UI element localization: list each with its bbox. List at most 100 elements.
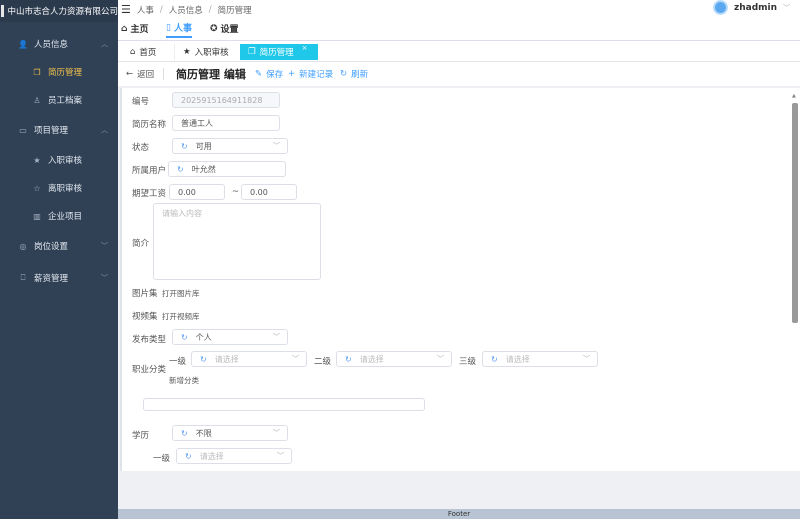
user-select[interactable]: ↻ 叶允然 — [168, 161, 286, 177]
sidebar-item-positions[interactable]: ◎ 岗位设置 ﹀ — [0, 232, 118, 260]
label: 项目管理 — [34, 126, 69, 136]
breadcrumb-item[interactable]: 人事 — [137, 4, 154, 16]
chevron-down-icon: ﹀ — [101, 274, 108, 282]
value: 普通工人 — [181, 118, 213, 128]
user-menu[interactable]: zhadmin ﹀ — [712, 0, 790, 15]
sidebar-item-employee-file[interactable]: ♙ 员工档案 — [0, 86, 118, 114]
breadcrumb-item[interactable]: 人员信息 — [169, 4, 203, 16]
breadcrumb: ☰ 人事 / 人员信息 / 简历管理 — [121, 3, 252, 16]
chevron-down-icon: ﹀ — [437, 355, 444, 363]
scroll-up-icon[interactable]: ▲ — [792, 93, 796, 99]
label: 人事 — [173, 24, 192, 34]
nav-hr[interactable]: ▯ 人事 — [166, 19, 192, 38]
arrow-left-icon: ← — [126, 69, 134, 79]
level2-label: 二级 — [314, 357, 332, 367]
placeholder: 请输入内容 — [162, 209, 202, 218]
category-input[interactable] — [143, 398, 425, 411]
refresh-icon: ↻ — [200, 354, 207, 364]
category-level3-select[interactable]: ↻ 请选择 ﹀ — [482, 351, 598, 367]
status-label: 状态 — [132, 143, 150, 153]
label: 离职审核 — [48, 184, 83, 194]
footer: Footer — [118, 509, 800, 519]
close-icon[interactable]: × — [302, 44, 308, 52]
name-label: 简历名称 — [132, 120, 167, 130]
category-label: 职业分类 — [132, 365, 167, 375]
category-level2-select[interactable]: ↻ 请选择 ﹀ — [336, 351, 452, 367]
salary-separator: ~ — [232, 187, 240, 197]
refresh-icon: ↻ — [181, 332, 188, 342]
refresh-icon: ↻ — [181, 428, 188, 438]
new-record-button[interactable]: + 新建记录 — [288, 68, 333, 80]
refresh-icon: ↻ — [185, 451, 192, 461]
sidebar-item-offboarding[interactable]: ☆ 离职审核 — [0, 174, 118, 202]
hamburger-icon[interactable]: ☰ — [121, 3, 131, 16]
sidebar-item-company-projects[interactable]: ▥ 企业项目 — [0, 202, 118, 230]
label: 企业项目 — [48, 212, 83, 222]
placeholder: 请选择 — [199, 451, 224, 461]
building-icon: ▥ — [33, 211, 41, 221]
sidebar-item-salary[interactable]: ⎕ 薪资管理 ﹀ — [0, 264, 118, 292]
status-select[interactable]: ↻ 可用 ﹀ — [172, 138, 288, 154]
education-level1-select[interactable]: ↻ 请选择 ﹀ — [176, 448, 292, 464]
star-icon: ★ — [33, 155, 41, 165]
sidebar-item-personnel[interactable]: 👤 人员信息 ︿ — [0, 30, 118, 58]
username: zhadmin — [733, 2, 777, 13]
placeholder: 请选择 — [505, 354, 530, 364]
chevron-down-icon: ﹀ — [292, 355, 299, 363]
value: 0.00 — [250, 187, 268, 197]
label: 薪资管理 — [34, 274, 69, 284]
education-level1-label: 一级 — [153, 454, 171, 464]
chevron-up-icon: ︿ — [101, 40, 108, 48]
add-category-link[interactable]: 新增分类 — [169, 375, 199, 386]
sidebar-item-projects[interactable]: ▭ 项目管理 ︿ — [0, 116, 118, 144]
value: 0.00 — [178, 187, 196, 197]
salary-max-input[interactable]: 0.00 — [241, 184, 297, 200]
education-select[interactable]: ↻ 不限 ﹀ — [172, 425, 288, 441]
sidebar-item-resume[interactable]: ❐ 简历管理 — [0, 58, 118, 86]
salary-label: 期望工资 — [132, 189, 167, 199]
value: 叶允然 — [191, 164, 216, 174]
label: 员工档案 — [48, 96, 83, 106]
refresh-button[interactable]: ↻ 刷新 — [340, 68, 368, 80]
home-icon: ⌂ — [121, 23, 128, 34]
card-icon: ▭ — [19, 125, 27, 135]
back-button[interactable]: ← 返回 — [126, 68, 154, 80]
label: 人员信息 — [34, 40, 69, 50]
gear-icon: ✪ — [210, 23, 218, 34]
placeholder: 请选择 — [214, 354, 239, 364]
nav-home[interactable]: ⌂ 主页 — [121, 19, 148, 38]
chevron-down-icon: ﹀ — [101, 242, 108, 250]
scrollbar[interactable]: ▲ — [792, 93, 798, 470]
label: 新建记录 — [299, 70, 334, 80]
open-video-library-link[interactable]: 打开视频库 — [162, 311, 200, 322]
tag-home[interactable]: ⌂ 首页 — [122, 44, 164, 60]
chevron-down-icon: ﹀ — [273, 142, 280, 150]
images-label: 图片集 — [132, 289, 158, 299]
id-label: 编号 — [132, 97, 150, 107]
tag-resume[interactable]: ❐ 简历管理 × — [240, 44, 318, 60]
nav-settings[interactable]: ✪ 设置 — [210, 19, 239, 38]
label: 入职审核 — [48, 156, 83, 166]
user-icon: 👤 — [18, 39, 28, 49]
name-input[interactable]: 普通工人 — [172, 115, 280, 131]
label: 设置 — [220, 25, 239, 35]
user-label: 所属用户 — [132, 166, 167, 176]
open-image-library-link[interactable]: 打开图片库 — [162, 288, 200, 299]
chevron-down-icon: ﹀ — [783, 3, 790, 12]
label: 保存 — [266, 70, 284, 80]
salary-min-input[interactable]: 0.00 — [169, 184, 225, 200]
label: 简历管理 — [48, 68, 83, 78]
scrollbar-thumb[interactable] — [792, 103, 798, 323]
pubtype-select[interactable]: ↻ 个人 ﹀ — [172, 329, 288, 345]
label: 返回 — [137, 70, 155, 80]
star-outline-icon: ☆ — [33, 183, 41, 193]
label: 简历管理 — [259, 48, 294, 58]
category-level1-select[interactable]: ↻ 请选择 ﹀ — [191, 351, 307, 367]
value: 2025915164911828 — [181, 95, 263, 105]
tag-onboarding[interactable]: ★ 入职审核 — [174, 44, 237, 60]
sidebar-item-onboarding[interactable]: ★ 入职审核 — [0, 146, 118, 174]
intro-label: 简介 — [132, 239, 150, 249]
save-button[interactable]: ✎ 保存 — [255, 68, 283, 80]
intro-textarea[interactable]: 请输入内容 — [153, 203, 321, 280]
book-icon: ▯ — [166, 22, 171, 33]
